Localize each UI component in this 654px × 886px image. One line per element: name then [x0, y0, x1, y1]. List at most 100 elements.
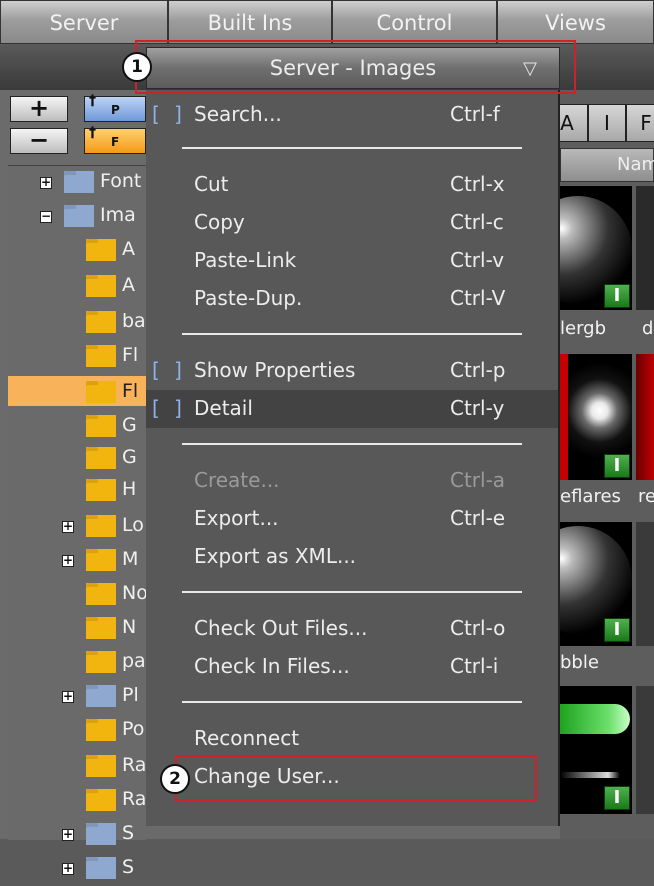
tree-item[interactable]: Fl [8, 340, 146, 374]
tree-item[interactable]: A [8, 234, 146, 268]
menu-item-shortcut: Ctrl-o [450, 616, 506, 640]
thumbnail-item[interactable] [636, 686, 654, 814]
checkbox-icon[interactable]: [ ] [152, 396, 186, 420]
expand-icon[interactable]: + [62, 862, 74, 875]
menu-item-show-properties[interactable]: [ ] Show Properties Ctrl-p [146, 352, 558, 390]
info-icon[interactable]: I [604, 284, 630, 308]
tab-control[interactable]: Control [332, 0, 497, 44]
tree-item[interactable]: + Lo [8, 510, 146, 544]
tree-item[interactable]: + Font [8, 166, 146, 200]
thumbnail-item[interactable]: I [560, 522, 632, 646]
menu-item-check-in-files[interactable]: Check In Files... Ctrl-i [146, 648, 558, 686]
info-icon[interactable]: I [604, 786, 630, 810]
thumbnail-item[interactable] [636, 522, 654, 646]
folder-icon [86, 381, 116, 403]
folder-icon [86, 345, 116, 367]
expand-icon[interactable]: + [40, 176, 52, 189]
menu-item-paste-link[interactable]: Paste-Link Ctrl-v [146, 242, 558, 280]
status-strip [146, 826, 560, 839]
menu-item-label: Show Properties [194, 358, 356, 382]
tree-item[interactable]: Ra [8, 750, 146, 784]
expand-icon[interactable]: + [62, 520, 74, 533]
menu-item-shortcut: Ctrl-v [450, 248, 505, 272]
menu-item-shortcut: Ctrl-f [450, 102, 500, 126]
thumbnail-item[interactable] [636, 354, 654, 480]
tree-item-label: No [122, 582, 148, 604]
callout-badge-2: 2 [160, 764, 190, 794]
tree-item[interactable]: ba [8, 306, 146, 340]
expand-icon[interactable]: + [62, 828, 74, 841]
menu-item-label: Create... [194, 468, 280, 492]
tab-i-label: I [604, 111, 610, 135]
thumbnail-item[interactable] [636, 186, 654, 310]
tree-item[interactable]: + S [8, 818, 146, 852]
checkbox-icon[interactable]: [ ] [152, 102, 186, 126]
menu-separator [182, 443, 522, 445]
menu-item-search[interactable]: [ ] Search... Ctrl-f [146, 96, 558, 134]
tab-built-ins-label: Built Ins [207, 11, 293, 35]
tree-item[interactable]: Po [8, 714, 146, 748]
tag-p-button[interactable]: † P [84, 93, 146, 122]
tree-item[interactable]: Ra [8, 784, 146, 818]
tree-item[interactable]: + M [8, 544, 146, 578]
expand-icon[interactable]: + [62, 690, 74, 703]
callout-box-2 [175, 755, 537, 801]
tab-server[interactable]: Server [0, 0, 168, 44]
checkbox-icon[interactable]: [ ] [152, 358, 186, 382]
tab-control-label: Control [376, 11, 453, 35]
menu-item-reconnect[interactable]: Reconnect [146, 720, 558, 758]
menu-item-check-out-files[interactable]: Check Out Files... Ctrl-o [146, 610, 558, 648]
menu-separator [182, 333, 522, 335]
info-icon[interactable]: I [604, 454, 630, 478]
tab-views[interactable]: Views [497, 0, 654, 44]
expand-icon[interactable]: + [62, 554, 74, 567]
tree-item-label: Pl [122, 684, 139, 706]
green-flare-image [560, 704, 630, 734]
tree-item[interactable]: No [8, 578, 148, 612]
menu-item-shortcut: Ctrl-y [450, 396, 505, 420]
tab-i[interactable]: I [588, 104, 626, 142]
tree-item[interactable]: pa [8, 646, 146, 680]
tree-item[interactable]: G [8, 410, 146, 444]
folder-icon [86, 311, 116, 333]
tree-item-label: A [122, 274, 135, 296]
tree-item[interactable]: A [8, 270, 146, 304]
add-button[interactable]: + [10, 96, 68, 122]
menu-item-copy[interactable]: Copy Ctrl-c [146, 204, 558, 242]
tree-item[interactable]: + S [8, 852, 146, 886]
folder-icon [86, 447, 116, 469]
tree-item[interactable]: − Ima [8, 200, 146, 234]
folder-icon [86, 515, 116, 537]
info-icon[interactable]: I [604, 618, 630, 642]
menu-item-detail[interactable]: [ ] Detail Ctrl-y [146, 390, 558, 428]
menu-item-label: Search... [194, 102, 282, 126]
tab-built-ins[interactable]: Built Ins [168, 0, 332, 44]
menu-item-label: Export... [194, 506, 279, 530]
menu-item-shortcut: Ctrl-c [450, 210, 504, 234]
tag-f-button[interactable]: † F [84, 125, 146, 154]
collapse-icon[interactable]: − [40, 210, 52, 223]
tab-f[interactable]: F [626, 104, 654, 142]
tag-p-label: P [111, 103, 120, 117]
tree-item[interactable]: N [8, 612, 146, 646]
menu-item-paste-dup[interactable]: Paste-Dup. Ctrl-V [146, 280, 558, 318]
tree-item[interactable]: H [8, 474, 146, 508]
folder-icon [86, 789, 116, 811]
menu-item-shortcut: Ctrl-e [450, 506, 506, 530]
tree-item[interactable]: G [8, 442, 146, 476]
tag-icon: † [89, 125, 96, 141]
menu-item-export-as-xml[interactable]: Export as XML... [146, 538, 558, 576]
name-column-label: Nam [617, 154, 654, 175]
thumbnail-item[interactable]: I [560, 686, 632, 814]
thumbnail-item[interactable]: I [560, 354, 632, 480]
tree-item[interactable]: + Pl [8, 680, 146, 714]
tree-item-label: Fl [122, 380, 139, 402]
tree-item-label: Fl [122, 344, 139, 366]
menu-item-cut[interactable]: Cut Ctrl-x [146, 166, 558, 204]
menu-item-export[interactable]: Export... Ctrl-e [146, 500, 558, 538]
name-column-header[interactable]: Nam [560, 148, 654, 182]
thumbnail-item[interactable]: I [560, 186, 632, 310]
folder-icon [86, 857, 116, 879]
tree-item[interactable]: Fl [8, 376, 146, 406]
remove-button[interactable]: − [10, 128, 68, 154]
